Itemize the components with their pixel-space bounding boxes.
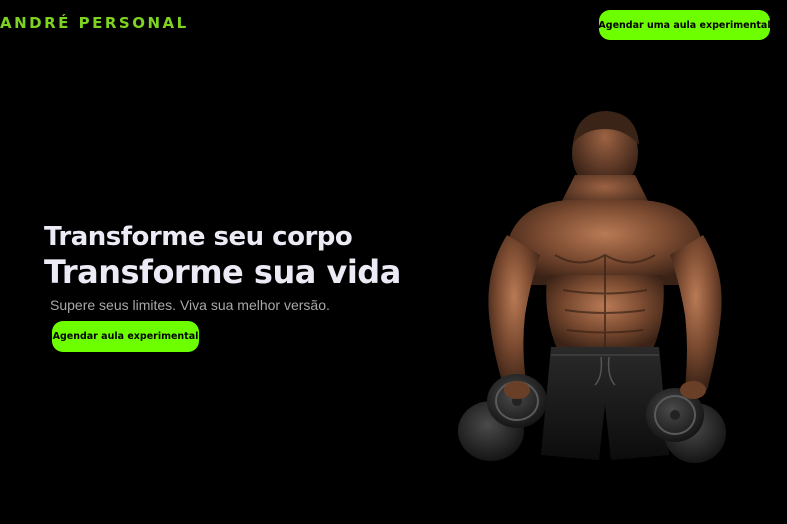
hero-headline-line-2: Transforme sua vida	[44, 253, 401, 291]
hero-headline: Transforme seu corpo Transforme sua vida	[44, 220, 401, 291]
hero-subtitle: Supere seus limites. Viva sua melhor ver…	[50, 297, 330, 313]
hero-athlete-image	[458, 111, 726, 463]
header-schedule-button[interactable]: Agendar uma aula experimental	[598, 10, 771, 40]
hero-schedule-button[interactable]: Agendar aula experimental	[52, 321, 199, 352]
brand-logo-text[interactable]: ANDRÉ PERSONAL	[0, 14, 189, 32]
hero-headline-line-1: Transforme seu corpo	[44, 222, 353, 252]
